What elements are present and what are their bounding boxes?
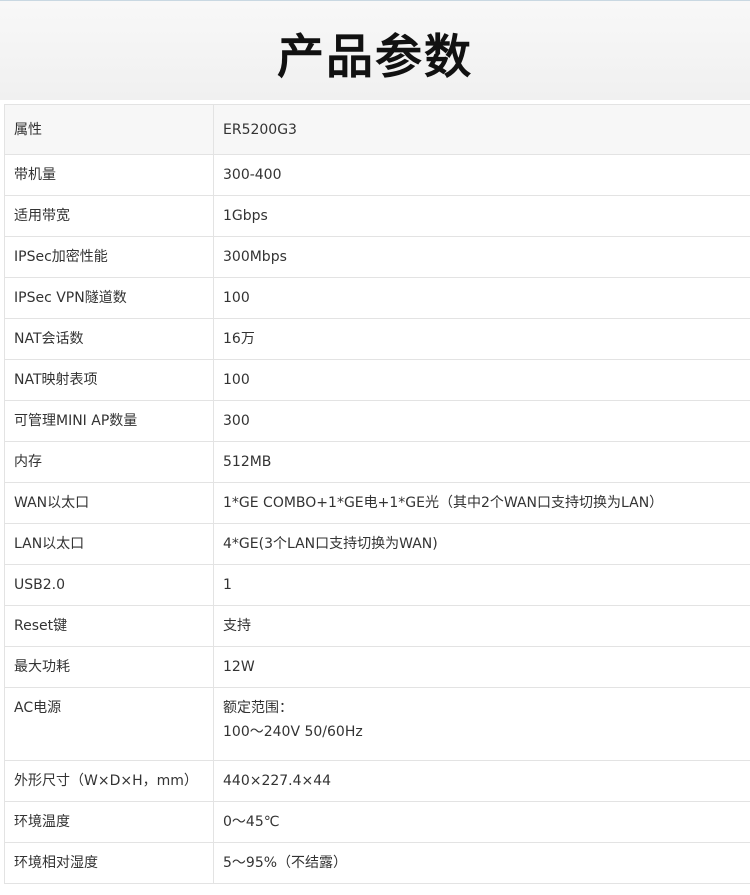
spec-value: 300Mbps	[213, 236, 750, 278]
spec-label: IPSec VPN隧道数	[4, 277, 214, 319]
spec-label: 内存	[4, 441, 214, 483]
spec-value: 12W	[213, 646, 750, 688]
table-row: NAT会话数 16万	[4, 318, 750, 360]
page-title: 产品参数	[277, 30, 473, 85]
spec-value: 1	[213, 564, 750, 606]
spec-value: 0～45℃	[213, 801, 750, 843]
table-row: 适用带宽 1Gbps	[4, 195, 750, 237]
spec-label: USB2.0	[4, 564, 214, 606]
table-row: AC电源 额定范围： 100～240V 50/60Hz	[4, 687, 750, 761]
page-header-banner: 产品参数	[0, 0, 750, 100]
spec-value: 1*GE COMBO+1*GE电+1*GE光（其中2个WAN口支持切换为LAN）	[213, 482, 750, 524]
spec-value: 支持	[213, 605, 750, 647]
spec-value: 5～95%（不结露）	[213, 842, 750, 884]
table-row: 外形尺寸（W×D×H，mm） 440×227.4×44	[4, 760, 750, 802]
table-row: 环境温度 0～45℃	[4, 801, 750, 843]
spec-value: 440×227.4×44	[213, 760, 750, 802]
header-value-cell: ER5200G3	[213, 104, 750, 155]
table-row: 内存 512MB	[4, 441, 750, 483]
table-row: NAT映射表项 100	[4, 359, 750, 401]
header-label-cell: 属性	[4, 104, 214, 155]
spec-label: WAN以太口	[4, 482, 214, 524]
spec-value: 4*GE(3个LAN口支持切换为WAN)	[213, 523, 750, 565]
spec-value: 额定范围： 100～240V 50/60Hz	[213, 687, 750, 761]
table-header-row: 属性 ER5200G3	[4, 104, 750, 155]
table-row: IPSec加密性能 300Mbps	[4, 236, 750, 278]
spec-label: NAT映射表项	[4, 359, 214, 401]
table-row: 最大功耗 12W	[4, 646, 750, 688]
spec-label: 外形尺寸（W×D×H，mm）	[4, 760, 214, 802]
spec-label: NAT会话数	[4, 318, 214, 360]
spec-value: 300	[213, 400, 750, 442]
spec-label: 适用带宽	[4, 195, 214, 237]
spec-label: Reset键	[4, 605, 214, 647]
spec-label: 最大功耗	[4, 646, 214, 688]
spec-value-line: 100～240V 50/60Hz	[223, 724, 363, 740]
table-row: IPSec VPN隧道数 100	[4, 277, 750, 319]
table-row: LAN以太口 4*GE(3个LAN口支持切换为WAN)	[4, 523, 750, 565]
table-row: WAN以太口 1*GE COMBO+1*GE电+1*GE光（其中2个WAN口支持…	[4, 482, 750, 524]
table-row: 环境相对湿度 5～95%（不结露）	[4, 842, 750, 884]
spec-label: AC电源	[4, 687, 214, 761]
spec-value-line: 额定范围：	[223, 700, 293, 716]
table-row: USB2.0 1	[4, 564, 750, 606]
table-row: 带机量 300-400	[4, 154, 750, 196]
spec-label: IPSec加密性能	[4, 236, 214, 278]
spec-label: LAN以太口	[4, 523, 214, 565]
spec-value: 100	[213, 277, 750, 319]
spec-value: 100	[213, 359, 750, 401]
table-row: 可管理MINI AP数量 300	[4, 400, 750, 442]
spec-label: 环境温度	[4, 801, 214, 843]
spec-table: 属性 ER5200G3 带机量 300-400 适用带宽 1Gbps IPSec…	[4, 104, 750, 884]
spec-label: 环境相对湿度	[4, 842, 214, 884]
spec-label: 带机量	[4, 154, 214, 196]
table-row: Reset键 支持	[4, 605, 750, 647]
spec-value: 16万	[213, 318, 750, 360]
spec-value: 1Gbps	[213, 195, 750, 237]
spec-value: 300-400	[213, 154, 750, 196]
spec-label: 可管理MINI AP数量	[4, 400, 214, 442]
spec-value: 512MB	[213, 441, 750, 483]
